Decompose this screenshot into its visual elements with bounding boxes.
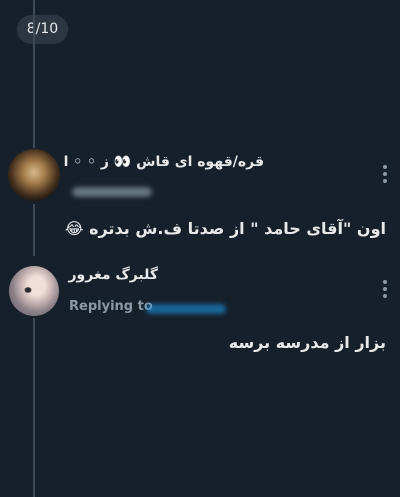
more-options-icon[interactable] [380,165,390,187]
reply-text: بزار از مدرسه برسه [228,333,386,352]
replying-to-label: Replying to [69,299,153,314]
author-handle-blurred [72,187,152,197]
thread-line [33,318,35,497]
author-name[interactable]: گلبرگ مغرور [68,267,158,283]
replying-to-handle-blurred[interactable] [146,304,226,314]
avatar[interactable] [8,149,60,201]
thread-line [33,0,35,148]
avatar[interactable] [9,266,59,316]
thread-line [33,204,35,256]
reply-text: اون "آقای حامد " از صدتا ف.ش بدتره 😂 [64,219,386,238]
author-name[interactable]: قره/قهوه ای قاش 👀 ز ◦ ◦ ا [64,154,264,170]
more-options-icon[interactable] [380,280,390,302]
page-indicator: 8/10 [17,15,68,44]
